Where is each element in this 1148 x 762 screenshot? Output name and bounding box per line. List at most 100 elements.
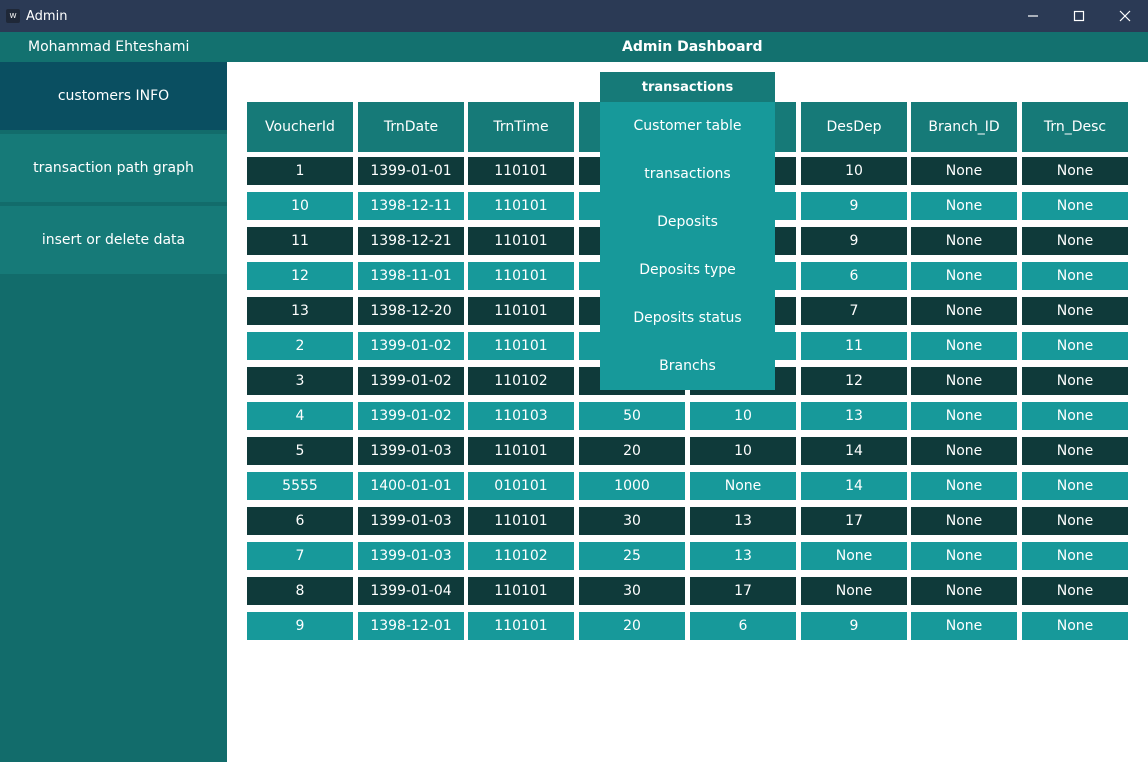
table-cell[interactable]: None: [1022, 437, 1128, 465]
table-cell[interactable]: 11: [801, 332, 907, 360]
column-header[interactable]: TrnDate: [358, 102, 464, 152]
table-cell[interactable]: 2: [247, 332, 353, 360]
table-cell[interactable]: 1399-01-02: [358, 402, 464, 430]
table-cell[interactable]: 1399-01-02: [358, 367, 464, 395]
table-cell[interactable]: 110101: [468, 577, 574, 605]
table-cell[interactable]: 4: [247, 402, 353, 430]
table-cell[interactable]: 10: [690, 437, 796, 465]
close-icon[interactable]: [1102, 0, 1148, 32]
table-cell[interactable]: None: [1022, 192, 1128, 220]
table-cell[interactable]: 30: [579, 507, 685, 535]
minimize-icon[interactable]: [1010, 0, 1056, 32]
table-cell[interactable]: 110101: [468, 157, 574, 185]
table-cell[interactable]: 010101: [468, 472, 574, 500]
table-cell[interactable]: 10: [801, 157, 907, 185]
table-cell[interactable]: 10: [247, 192, 353, 220]
table-cell[interactable]: None: [801, 577, 907, 605]
table-cell[interactable]: 11: [247, 227, 353, 255]
column-header[interactable]: DesDep: [801, 102, 907, 152]
table-cell[interactable]: 1398-11-01: [358, 262, 464, 290]
table-cell[interactable]: 110103: [468, 402, 574, 430]
sidebar-item-customers-info[interactable]: customers INFO: [0, 62, 227, 130]
table-cell[interactable]: 7: [247, 542, 353, 570]
table-cell[interactable]: None: [1022, 472, 1128, 500]
table-cell[interactable]: 1399-01-01: [358, 157, 464, 185]
table-cell[interactable]: 9: [801, 612, 907, 640]
table-cell[interactable]: 110101: [468, 262, 574, 290]
table-cell[interactable]: 14: [801, 472, 907, 500]
table-cell[interactable]: 13: [690, 542, 796, 570]
table-cell[interactable]: None: [911, 332, 1017, 360]
table-cell[interactable]: None: [911, 507, 1017, 535]
table-cell[interactable]: 20: [579, 612, 685, 640]
table-cell[interactable]: 110102: [468, 542, 574, 570]
table-cell[interactable]: None: [911, 367, 1017, 395]
table-cell[interactable]: 13: [690, 507, 796, 535]
table-cell[interactable]: 1398-12-11: [358, 192, 464, 220]
dropdown-option-deposits-status[interactable]: Deposits status: [600, 294, 775, 342]
table-cell[interactable]: None: [911, 437, 1017, 465]
table-cell[interactable]: None: [911, 262, 1017, 290]
table-cell[interactable]: None: [911, 157, 1017, 185]
table-cell[interactable]: 1: [247, 157, 353, 185]
table-cell[interactable]: 1399-01-03: [358, 507, 464, 535]
table-cell[interactable]: None: [1022, 402, 1128, 430]
table-cell[interactable]: 25: [579, 542, 685, 570]
table-cell[interactable]: 9: [247, 612, 353, 640]
dropdown-option-branchs[interactable]: Branchs: [600, 342, 775, 390]
table-cell[interactable]: 110101: [468, 437, 574, 465]
table-cell[interactable]: None: [690, 472, 796, 500]
table-cell[interactable]: 12: [801, 367, 907, 395]
table-cell[interactable]: 17: [690, 577, 796, 605]
table-cell[interactable]: 110101: [468, 507, 574, 535]
table-cell[interactable]: 13: [247, 297, 353, 325]
table-cell[interactable]: 1399-01-03: [358, 437, 464, 465]
table-cell[interactable]: 12: [247, 262, 353, 290]
table-cell[interactable]: 20: [579, 437, 685, 465]
table-cell[interactable]: 110101: [468, 612, 574, 640]
table-cell[interactable]: None: [1022, 612, 1128, 640]
table-cell[interactable]: None: [801, 542, 907, 570]
table-cell[interactable]: 110101: [468, 297, 574, 325]
sidebar-item-insert-or-delete-data[interactable]: insert or delete data: [0, 206, 227, 274]
table-cell[interactable]: 9: [801, 192, 907, 220]
table-cell[interactable]: 1398-12-01: [358, 612, 464, 640]
table-cell[interactable]: 1398-12-20: [358, 297, 464, 325]
table-cell[interactable]: 1000: [579, 472, 685, 500]
table-cell[interactable]: None: [1022, 227, 1128, 255]
table-cell[interactable]: 1398-12-21: [358, 227, 464, 255]
table-cell[interactable]: 8: [247, 577, 353, 605]
column-header[interactable]: Trn_Desc: [1022, 102, 1128, 152]
table-cell[interactable]: None: [911, 402, 1017, 430]
dropdown-option-deposits-type[interactable]: Deposits type: [600, 246, 775, 294]
table-cell[interactable]: 6: [690, 612, 796, 640]
table-cell[interactable]: 1399-01-04: [358, 577, 464, 605]
table-cell[interactable]: 1399-01-02: [358, 332, 464, 360]
table-cell[interactable]: 14: [801, 437, 907, 465]
dropdown-option-deposits[interactable]: Deposits: [600, 198, 775, 246]
maximize-icon[interactable]: [1056, 0, 1102, 32]
table-cell[interactable]: 6: [247, 507, 353, 535]
table-cell[interactable]: None: [1022, 367, 1128, 395]
table-cell[interactable]: None: [1022, 332, 1128, 360]
sidebar-item-transaction-path-graph[interactable]: transaction path graph: [0, 134, 227, 202]
table-cell[interactable]: 9: [801, 227, 907, 255]
table-cell[interactable]: 17: [801, 507, 907, 535]
table-cell[interactable]: 5555: [247, 472, 353, 500]
table-cell[interactable]: None: [1022, 507, 1128, 535]
table-cell[interactable]: 110101: [468, 332, 574, 360]
column-header[interactable]: Branch_ID: [911, 102, 1017, 152]
table-cell[interactable]: None: [911, 612, 1017, 640]
table-cell[interactable]: None: [1022, 577, 1128, 605]
table-cell[interactable]: None: [1022, 542, 1128, 570]
table-cell[interactable]: 7: [801, 297, 907, 325]
table-cell[interactable]: None: [911, 192, 1017, 220]
table-cell[interactable]: 5: [247, 437, 353, 465]
column-header[interactable]: VoucherId: [247, 102, 353, 152]
table-cell[interactable]: 10: [690, 402, 796, 430]
table-cell[interactable]: None: [911, 577, 1017, 605]
table-cell[interactable]: 6: [801, 262, 907, 290]
dropdown-selected-value[interactable]: transactions: [600, 72, 775, 102]
table-cell[interactable]: 3: [247, 367, 353, 395]
table-cell[interactable]: 30: [579, 577, 685, 605]
